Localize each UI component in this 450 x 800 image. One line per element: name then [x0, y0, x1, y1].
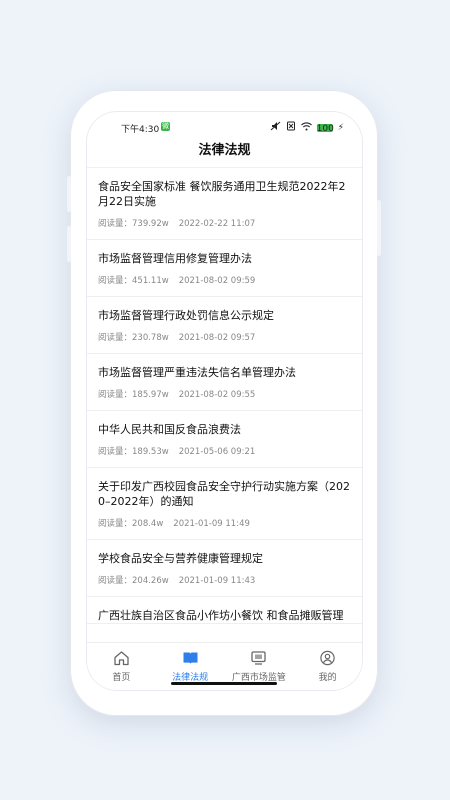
tab-label: 我的: [318, 673, 337, 683]
list-item-meta: 阅读量：189.53w 2021-05-06 09:21: [98, 437, 351, 467]
view-count: 阅读量：189.53w: [98, 447, 169, 457]
law-list[interactable]: 食品安全国家标准 餐饮服务通用卫生规范2022年2月22日实施 阅读量：739.9…: [87, 168, 362, 642]
list-item-title: 广西壮族自治区食品小作坊小餐饮 和食品摊贩管理: [98, 609, 344, 622]
page-title: 法律法规: [87, 140, 362, 168]
list-item-meta: 阅读量：230.78w 2021-08-02 09:57: [98, 323, 351, 353]
tab-home[interactable]: 首页: [87, 643, 156, 690]
list-item[interactable]: 市场监督管理严重违法失信名单管理办法 阅读量：185.97w 2021-08-02 …: [87, 354, 362, 411]
list-item-title: 市场监督管理信用修复管理办法: [98, 252, 252, 265]
charging-icon: ⚡: [337, 122, 344, 133]
list-item-title: 食品安全国家标准 餐饮服务通用卫生规范2022年2月22日实施: [98, 180, 346, 208]
publish-date: 2021-08-02 09:57: [178, 333, 256, 343]
wifi-icon: [300, 121, 312, 134]
home-indicator: [171, 682, 277, 685]
volume-up-button: [67, 176, 71, 212]
view-count: 阅读量：739.92w: [98, 219, 169, 229]
home-icon: [87, 649, 156, 667]
list-item-meta: 阅读量：208.4w 2021-01-09 11:49: [98, 509, 351, 539]
publish-date: 2021-01-09 11:43: [178, 576, 256, 586]
list-item[interactable]: 市场监督管理信用修复管理办法 阅读量：451.11w 2021-08-02 09:5…: [87, 240, 362, 297]
mute-icon: [270, 121, 281, 134]
volume-down-button: [67, 226, 71, 262]
publish-date: 2022-02-22 11:07: [178, 219, 256, 229]
status-bar: 下午4:30 微 100 ⚡: [87, 112, 362, 140]
nosim-icon: [286, 121, 296, 134]
list-item[interactable]: 中华人民共和国反食品浪费法 阅读量：189.53w 2021-05-06 09:21: [87, 411, 362, 468]
status-time: 下午4:30: [121, 125, 160, 135]
list-item[interactable]: 食品安全国家标准 餐饮服务通用卫生规范2022年2月22日实施 阅读量：739.9…: [87, 168, 362, 240]
list-item-title: 市场监督管理行政处罚信息公示规定: [98, 309, 274, 322]
view-count: 阅读量：208.4w: [98, 519, 164, 529]
list-item-title: 中华人民共和国反食品浪费法: [98, 423, 241, 436]
publish-date: 2021-01-09 11:49: [173, 519, 250, 529]
list-item-title: 市场监督管理严重违法失信名单管理办法: [98, 366, 296, 379]
list-item-meta: 阅读量：185.97w 2021-08-02 09:55: [98, 380, 351, 410]
list-item-meta: 阅读量：739.92w 2022-02-22 11:07: [98, 209, 351, 239]
list-item-title: 学校食品安全与营养健康管理规定: [98, 552, 263, 565]
wechat-badge-icon: 微: [161, 122, 170, 131]
publish-date: 2021-05-06 09:21: [178, 447, 256, 457]
tab-user[interactable]: 我的: [293, 643, 362, 690]
status-icons: 100 ⚡: [270, 121, 344, 134]
view-count: 阅读量：185.97w: [98, 390, 169, 400]
list-item-meta: 阅读量：451.11w 2021-08-02 09:59: [98, 266, 351, 296]
list-item[interactable]: 广西壮族自治区食品小作坊小餐饮 和食品摊贩管理: [87, 597, 362, 624]
list-item[interactable]: 学校食品安全与营养健康管理规定 阅读量：204.26w 2021-01-09 11:…: [87, 540, 362, 597]
user-icon: [293, 649, 362, 667]
app-screen: 下午4:30 微 100 ⚡ 法律法规 食品安全国家标准 餐饮服务通用卫生规范2…: [87, 112, 362, 690]
list-item-title: 关于印发广西校园食品安全守护行动实施方案（2020–2022年）的通知: [98, 480, 350, 508]
monitor-icon: [225, 649, 294, 667]
battery-icon: 100: [316, 123, 334, 134]
view-count: 阅读量：230.78w: [98, 333, 169, 343]
list-item[interactable]: 关于印发广西校园食品安全守护行动实施方案（2020–2022年）的通知 阅读量：2…: [87, 468, 362, 540]
view-count: 阅读量：451.11w: [98, 276, 169, 286]
publish-date: 2021-08-02 09:59: [178, 276, 256, 286]
view-count: 阅读量：204.26w: [98, 576, 169, 586]
book-icon: [156, 649, 225, 667]
power-button: [377, 200, 381, 256]
tab-label: 首页: [112, 673, 131, 683]
publish-date: 2021-08-02 09:55: [178, 390, 256, 400]
list-item[interactable]: 市场监督管理行政处罚信息公示规定 阅读量：230.78w 2021-08-02 09…: [87, 297, 362, 354]
list-item-meta: 阅读量：204.26w 2021-01-09 11:43: [98, 566, 351, 596]
